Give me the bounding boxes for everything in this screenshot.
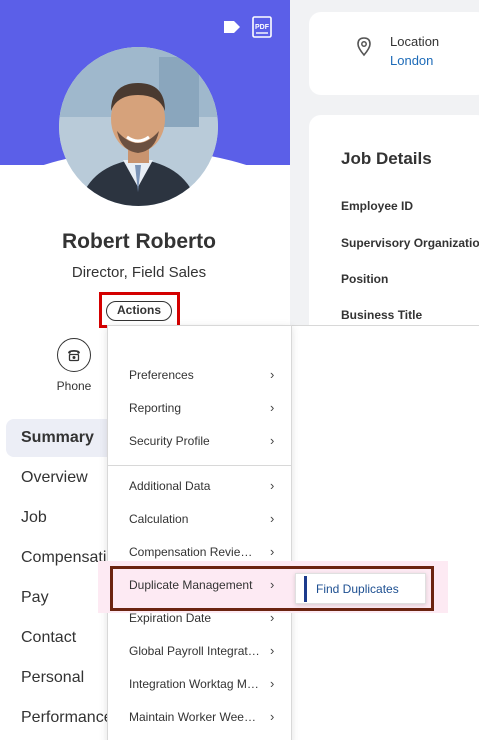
field-position: Position: [341, 272, 389, 286]
find-duplicates-label: Find Duplicates: [316, 582, 399, 596]
nav-item-job[interactable]: Job: [6, 499, 116, 537]
submenu-selection-bar: [304, 576, 307, 602]
phone-label: Phone: [56, 379, 92, 393]
chevron-right-icon: ›: [270, 544, 275, 559]
field-business-title: Business Title: [341, 308, 423, 322]
nav-item-summary[interactable]: Summary: [6, 419, 116, 457]
chevron-right-icon: ›: [270, 400, 275, 415]
menu-item-compensation-review[interactable]: Compensation Review Eligibility›: [129, 541, 289, 563]
location-pin-icon: [357, 37, 371, 57]
submenu-panel: [292, 325, 479, 740]
submenu-find-duplicates[interactable]: Find Duplicates: [295, 573, 426, 604]
menu-item-maintain-worker-weekly[interactable]: Maintain Worker Weekly Hours›: [129, 706, 289, 728]
chevron-right-icon: ›: [270, 709, 275, 724]
job-details-title: Job Details: [341, 149, 432, 168]
pdf-icon[interactable]: PDF: [252, 16, 272, 38]
employee-title: Director, Field Sales: [71, 264, 207, 281]
nav-item-contact[interactable]: Contact: [6, 619, 116, 657]
nav-item-overview[interactable]: Overview: [6, 459, 116, 497]
menu-item-integration-worktag[interactable]: Integration Worktag Mappings›: [129, 673, 289, 695]
actions-button[interactable]: Actions: [106, 301, 172, 321]
chevron-right-icon: ›: [270, 643, 275, 658]
tag-icon[interactable]: [223, 20, 241, 34]
svg-text:PDF: PDF: [255, 24, 270, 31]
field-employee-id: Employee ID: [341, 199, 414, 213]
avatar: [59, 47, 218, 206]
menu-item-preferences[interactable]: Preferences ›: [129, 364, 289, 386]
menu-divider: [108, 465, 291, 466]
menu-item-security-profile[interactable]: Security Profile ›: [129, 430, 289, 452]
menu-item-calculation[interactable]: Calculation ›: [129, 508, 289, 530]
chevron-right-icon: ›: [270, 676, 275, 691]
chevron-right-icon: ›: [270, 478, 275, 493]
phone-button[interactable]: [57, 338, 91, 372]
chevron-right-icon: ›: [270, 433, 275, 448]
menu-item-additional-data[interactable]: Additional Data ›: [129, 475, 289, 497]
nav-item-performance[interactable]: Performance: [6, 699, 116, 737]
chevron-right-icon: ›: [270, 367, 275, 382]
field-supervisory-organization: Supervisory Organization: [341, 236, 479, 250]
location-label: Location: [390, 34, 440, 49]
menu-item-global-payroll[interactable]: Global Payroll Integrations ›: [129, 640, 289, 662]
chevron-right-icon: ›: [270, 511, 275, 526]
nav-item-personal[interactable]: Personal: [6, 659, 116, 697]
location-value[interactable]: London: [390, 53, 433, 68]
menu-item-reporting[interactable]: Reporting ›: [129, 397, 289, 419]
employee-name: Robert Roberto: [62, 230, 216, 253]
phone-icon: [68, 350, 80, 362]
